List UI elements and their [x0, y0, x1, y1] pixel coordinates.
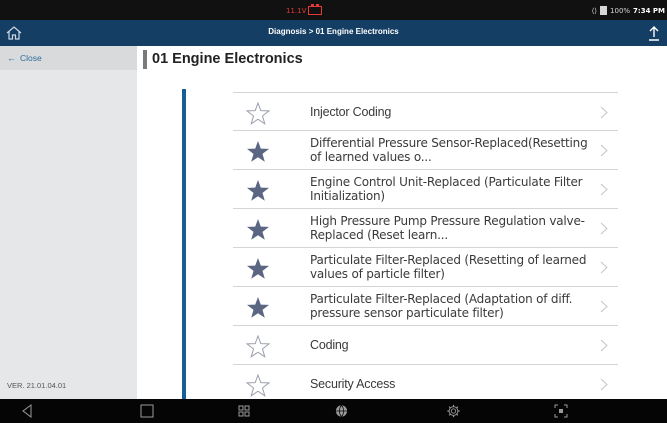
list-item-label: Engine Control Unit-Replaced (Particulat…: [310, 175, 583, 203]
star-outline-icon[interactable]: [246, 374, 270, 397]
sim-icon: [600, 6, 608, 15]
version-label: VER. 21.01.04.01: [7, 381, 67, 390]
list-item-label: Security Access: [310, 377, 396, 391]
voltage-indicator: 11.1V: [286, 4, 323, 16]
gear-icon: [446, 404, 460, 418]
list-item[interactable]: Injector Coding: [233, 92, 618, 131]
page-header: 01 Engine Electronics: [143, 49, 303, 69]
list-item-label: High Pressure Pump Pressure Regulation v…: [310, 214, 585, 242]
main-panel: 01 Engine Electronics Injector Coding Di…: [137, 46, 667, 399]
back-icon: [22, 404, 32, 418]
function-list: Injector Coding Differential Pressure Se…: [233, 92, 618, 399]
chevron-right-icon: [600, 378, 608, 391]
star-outline-icon[interactable]: [246, 335, 270, 358]
recents-button[interactable]: [134, 403, 160, 419]
list-item[interactable]: High Pressure Pump Pressure Regulation v…: [233, 209, 618, 248]
battery-level: 100%: [610, 6, 631, 15]
chevron-right-icon: [600, 261, 608, 274]
title-bar: Diagnosis > 01 Engine Electronics: [0, 20, 667, 46]
list-item[interactable]: Security Access: [233, 365, 618, 399]
arrow-left-icon: ←: [7, 53, 16, 63]
star-filled-icon[interactable]: [246, 257, 270, 280]
list-item-label: Coding: [310, 338, 349, 352]
list-item[interactable]: Engine Control Unit-Replaced (Particulat…: [233, 170, 618, 209]
list-item-label: Particulate Filter-Replaced (Adaptation …: [310, 292, 573, 320]
recents-icon: [140, 404, 154, 418]
share-button[interactable]: [643, 22, 665, 44]
status-bar: 11.1V ⟨⟩ 100% 7:34 PM: [0, 0, 667, 20]
status-icons: ⟨⟩ 100% 7:34 PM: [592, 5, 665, 16]
close-label: Close: [20, 53, 42, 63]
share-icon: [649, 26, 659, 41]
star-outline-icon[interactable]: [246, 102, 270, 125]
signal-icon: ⟨⟩: [591, 6, 598, 15]
chevron-right-icon: [600, 183, 608, 196]
list-item-label: Injector Coding: [310, 104, 392, 119]
page-title: 01 Engine Electronics: [152, 51, 303, 67]
back-button[interactable]: [12, 403, 42, 419]
list-item[interactable]: Particulate Filter-Replaced (Adaptation …: [233, 287, 618, 326]
list-item[interactable]: Coding: [233, 326, 618, 365]
title-accent: [143, 49, 147, 69]
list-item[interactable]: Particulate Filter-Replaced (Resetting o…: [233, 248, 618, 287]
sidebar: ← Close VER. 21.01.04.01: [0, 46, 137, 399]
system-nav-bar: [0, 399, 667, 423]
list-item-label: Particulate Filter-Replaced (Resetting o…: [310, 253, 587, 281]
star-filled-icon[interactable]: [246, 218, 270, 241]
car-battery-icon: [308, 4, 323, 15]
close-button[interactable]: ← Close: [0, 46, 137, 70]
chevron-right-icon: [600, 300, 608, 313]
chevron-right-icon: [600, 106, 608, 119]
app-window: 11.1V ⟨⟩ 100% 7:34 PM Diagnosis > 01 Eng…: [0, 0, 667, 423]
chevron-right-icon: [600, 339, 608, 352]
star-filled-icon[interactable]: [246, 179, 270, 202]
chevron-right-icon: [600, 144, 608, 157]
list-item[interactable]: Differential Pressure Sensor-Replaced(Re…: [233, 131, 618, 170]
clock: 7:34 PM: [633, 6, 665, 15]
star-filled-icon[interactable]: [246, 296, 270, 319]
list-item-label: Differential Pressure Sensor-Replaced(Re…: [310, 136, 588, 164]
chevron-right-icon: [600, 222, 608, 235]
scroll-rail: [182, 89, 186, 399]
voltage-text: 11.1V: [286, 6, 307, 15]
screenshot-button[interactable]: [548, 403, 574, 419]
breadcrumb: Diagnosis > 01 Engine Electronics: [268, 27, 399, 36]
globe-icon: [335, 405, 347, 417]
star-filled-icon[interactable]: [246, 140, 270, 163]
settings-button[interactable]: [440, 403, 466, 419]
apps-icon: [238, 405, 250, 417]
apps-button[interactable]: [231, 403, 257, 419]
screenshot-icon: [554, 404, 568, 418]
browser-button[interactable]: [328, 403, 354, 419]
